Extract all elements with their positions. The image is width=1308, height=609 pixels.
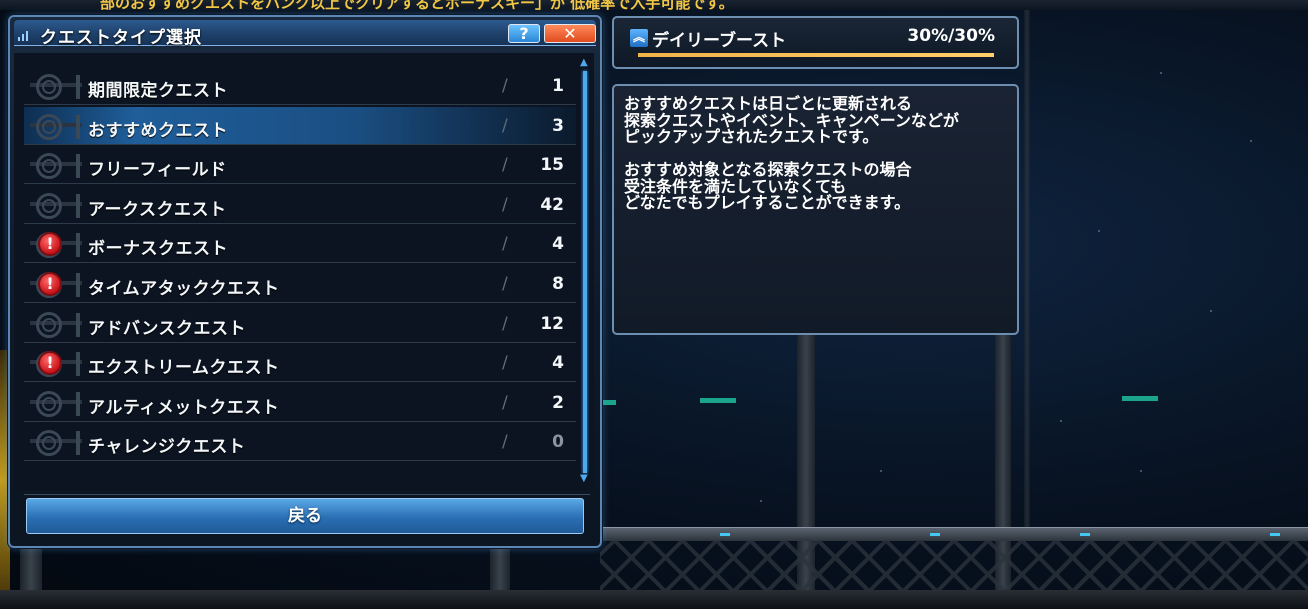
close-button[interactable]: ✕ [544,24,596,43]
separator-slash: / [502,274,508,294]
help-button[interactable]: ? [508,24,540,43]
quest-count: 4 [552,234,564,255]
rail-light [1270,533,1280,536]
alert-icon: ! [38,351,62,376]
scroll-down-icon[interactable]: ▼ [580,473,588,484]
signal-icon [18,29,32,41]
rail-light [930,533,940,536]
description-line: どなたでもプレイすることができます。 [624,193,911,212]
star [1140,470,1142,472]
separator-slash: / [502,194,508,215]
separator-slash: / [502,392,508,413]
quest-type-label: 期間限定クエスト [88,81,228,101]
quest-type-row[interactable]: アルティメットクエスト / 2 [24,384,576,422]
floor [0,590,1308,609]
quest-type-window: クエストタイプ選択 ? ✕ 期間限定クエスト / 1 おすすめクエスト / 3 フリーフィー… [8,15,602,548]
star [1160,72,1162,74]
truss-structure [600,541,1308,591]
quest-type-label: タイムアタッククエスト [88,279,280,299]
description-line: ピックアップされたクエストです。 [624,127,879,146]
description-panel: おすすめクエストは日ごとに更新される 探索クエストやイベント、キャンペーンなどがピ… [612,84,1019,335]
description-line: おすすめクエストは日ごとに更新される [624,94,913,113]
quest-type-label: おすすめクエスト [88,120,228,141]
quest-count: 0 [552,432,564,453]
separator-slash: / [502,115,508,136]
top-banner-text: 部のおすすめクエストをハンク以上でクリアするとボーナスキー」が 低確率で入手可能… [100,0,734,10]
quest-emblem-icon [30,111,82,141]
structure-pillar [1024,10,1030,530]
double-chevron-up-icon: ︽ [630,29,648,47]
alert-emblem: ! [30,229,82,259]
star [1060,420,1062,422]
star [1098,230,1100,232]
quest-type-row[interactable]: フリーフィールド / 15 [24,146,576,185]
quest-type-row[interactable]: ! エクストリームクエスト / 4 [24,344,576,383]
quest-emblem-icon [30,190,82,220]
star [1250,140,1252,142]
teal-marker [600,400,616,405]
quest-emblem-icon [30,71,82,101]
quest-type-label: アドバンスクエスト [88,318,247,339]
quest-type-label: フリーフィールド [88,160,227,181]
separator-slash: / [502,353,508,374]
quest-type-row[interactable]: アドバンスクエスト / 12 [24,305,576,343]
daily-boost-panel: ︽ デイリーブースト 30%/30% [612,16,1019,69]
quest-type-label: エクストリームクエスト [88,358,280,379]
scroll-thumb[interactable] [583,71,587,473]
scroll-up-icon[interactable]: ▲ [580,57,588,68]
teal-marker [1122,396,1158,401]
quest-type-label: チャレンジクエスト [88,437,246,458]
star [1210,310,1212,312]
description-line: おすすめ対象となる探索クエストの場合 [624,160,912,179]
alert-icon: ! [38,272,62,296]
quest-emblem-icon [30,150,82,180]
quest-count: 2 [552,392,564,413]
daily-boost-bar [638,53,994,57]
top-banner: 部のおすすめクエストをハンク以上でクリアするとボーナスキー」が 低確率で入手可能… [0,0,1308,10]
separator-slash: / [502,313,508,334]
quest-type-row[interactable]: ! タイムアタッククエスト / 8 [24,265,576,303]
quest-count: 8 [552,274,564,294]
quest-type-label: ボーナスクエスト [88,239,228,260]
quest-emblem-icon [30,309,82,339]
quest-type-row[interactable]: おすすめクエスト / 3 [24,106,576,145]
rail-light [1080,533,1090,536]
quest-count: 12 [540,313,564,334]
quest-type-label: アルティメットクエスト [88,397,280,418]
separator-slash: / [502,234,508,255]
divider [24,494,590,495]
quest-type-row[interactable]: チャレンジクエスト / 0 [24,423,576,462]
list-scrollbar[interactable]: ▲ ▼ [580,57,590,487]
quest-count: 3 [552,115,564,136]
daily-boost-value: 30%/30% [907,26,995,46]
teal-marker [700,398,736,403]
separator-slash: / [502,155,508,176]
back-button[interactable]: 戻る [26,498,584,534]
guard-rail [600,527,1308,541]
quest-type-row[interactable]: アークスクエスト / 42 [24,186,576,224]
quest-type-label: アークスクエスト [88,199,227,220]
star [760,500,762,502]
rail-light [720,533,730,536]
star [880,470,882,472]
quest-emblem-icon [30,427,82,457]
window-title: クエストタイプ選択 [40,28,202,48]
separator-slash: / [502,432,508,453]
window-title-bar[interactable]: クエストタイプ選択 ? ✕ [14,20,596,48]
quest-count: 1 [552,76,564,96]
quest-count: 4 [552,353,564,374]
alert-emblem: ! [30,269,82,299]
quest-emblem-icon [30,388,82,418]
daily-boost-name: デイリーブースト [652,31,787,51]
quest-type-list: 期間限定クエスト / 1 おすすめクエスト / 3 フリーフィールド / 15 アークスクエスト /… [14,53,594,491]
daily-boost-bar-fill [638,53,994,57]
quest-type-row[interactable]: 期間限定クエスト / 1 [24,67,576,105]
separator-slash: / [502,76,508,96]
quest-type-row[interactable]: ! ボーナスクエスト / 4 [24,225,576,264]
quest-count: 42 [540,194,564,215]
alert-emblem: ! [30,348,82,378]
quest-count: 15 [540,155,564,176]
